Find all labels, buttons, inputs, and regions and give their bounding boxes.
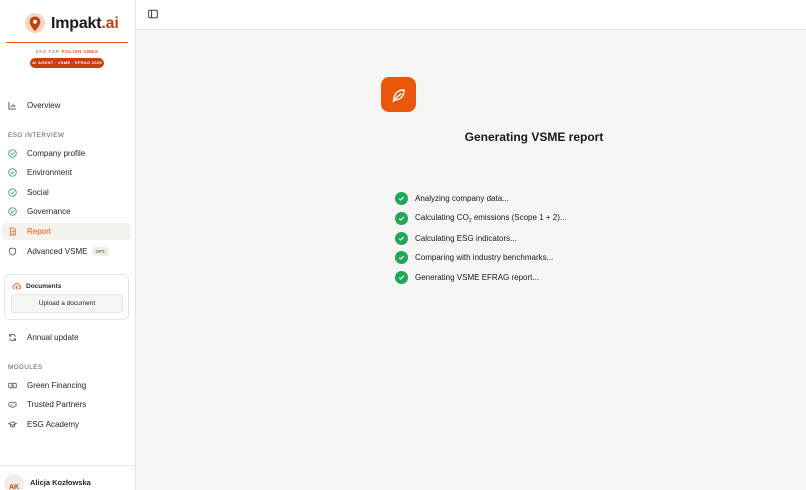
leaf-icon (391, 88, 405, 102)
step-label: Calculating CO2 emissions (Scope 1 + 2).… (415, 213, 567, 224)
logo[interactable]: Impakt.ai (6, 12, 128, 36)
nav-environment[interactable]: Environment (2, 164, 131, 181)
location-pin-icon (25, 13, 45, 33)
nav-advanced-vsme-label: Advanced VSME (27, 247, 88, 256)
page-title: Generating VSME report (464, 130, 604, 144)
check-icon (395, 271, 408, 284)
step-label: Analyzing company data... (415, 194, 509, 203)
check-icon (395, 212, 408, 225)
brand-name: Impakt.ai (51, 15, 119, 32)
product-badge: AI AGENT · VSME · EFRAG 2025 (30, 58, 104, 68)
step-label: Generating VSME EFRAG report... (415, 273, 540, 282)
step-item: Calculating ESG indicators... (395, 232, 517, 245)
document-icon (9, 227, 16, 236)
nav-annual-update-label: Annual update (27, 333, 79, 342)
check-icon (395, 251, 408, 264)
nav-governance[interactable]: Governance (2, 203, 131, 220)
handshake-icon (8, 401, 17, 408)
refresh-icon (9, 333, 16, 342)
nav-overview-label: Overview (27, 101, 61, 110)
shield-icon (8, 247, 17, 256)
step-item: Calculating CO2 emissions (Scope 1 + 2).… (395, 212, 567, 225)
tagline: ESG FOR POLISH SMES (35, 49, 99, 54)
nav-advanced-vsme[interactable]: Advanced VSME OPT. (2, 243, 131, 260)
nav-green-financing[interactable]: Green Financing (2, 377, 131, 394)
nav-social[interactable]: Social (2, 184, 131, 201)
upload-document-button[interactable]: Upload a document (11, 294, 123, 313)
nav-trusted-partners-label: Trusted Partners (27, 400, 87, 409)
check-circle-icon (8, 149, 17, 158)
nav-governance-label: Governance (27, 207, 71, 216)
graduation-cap-icon (8, 421, 17, 428)
nav-annual-update[interactable]: Annual update (2, 329, 131, 346)
nav-report-label: Report (27, 227, 52, 236)
banknote-icon (8, 382, 17, 389)
nav-environment-label: Environment (27, 168, 72, 177)
report-hero-icon (381, 77, 416, 112)
check-icon (395, 232, 408, 245)
nav-report[interactable]: Report (2, 223, 131, 240)
section-label-modules: MODULES (8, 364, 43, 371)
step-label: Calculating ESG indicators... (415, 234, 517, 243)
check-circle-icon (8, 207, 17, 216)
nav-esg-academy-label: ESG Academy (27, 420, 80, 429)
nav-esg-academy[interactable]: ESG Academy (2, 416, 131, 433)
step-item: Generating VSME EFRAG report... (395, 271, 539, 284)
step-label: Comparing with industry benchmarks... (415, 253, 554, 262)
nav-overview[interactable]: Overview (2, 97, 131, 114)
user-divider (0, 465, 136, 466)
top-bar (136, 0, 806, 30)
user-name: Alicja Kozłowska (30, 478, 91, 487)
nav-green-financing-label: Green Financing (27, 381, 87, 390)
nav-trusted-partners[interactable]: Trusted Partners (2, 396, 131, 413)
check-circle-icon (8, 168, 17, 177)
logo-divider (6, 42, 128, 43)
nav-company-profile[interactable]: Company profile (2, 145, 131, 162)
check-icon (395, 192, 408, 205)
documents-card: Documents Upload a document (4, 274, 129, 320)
sidebar: Impakt.ai ESG FOR POLISH SMES AI AGENT ·… (0, 0, 136, 490)
nav-social-label: Social (27, 188, 49, 197)
nav-company-profile-label: Company profile (27, 149, 86, 158)
cloud-upload-icon (12, 283, 21, 290)
optional-badge: OPT. (92, 247, 109, 256)
step-item: Analyzing company data... (395, 192, 509, 205)
check-circle-icon (8, 188, 17, 197)
documents-title: Documents (12, 282, 61, 290)
step-item: Comparing with industry benchmarks... (395, 251, 553, 264)
sidebar-toggle-icon[interactable] (148, 9, 158, 19)
bar-chart-icon (8, 101, 17, 110)
logo-block: Impakt.ai ESG FOR POLISH SMES AI AGENT ·… (6, 12, 128, 68)
avatar[interactable]: AK (4, 474, 24, 490)
